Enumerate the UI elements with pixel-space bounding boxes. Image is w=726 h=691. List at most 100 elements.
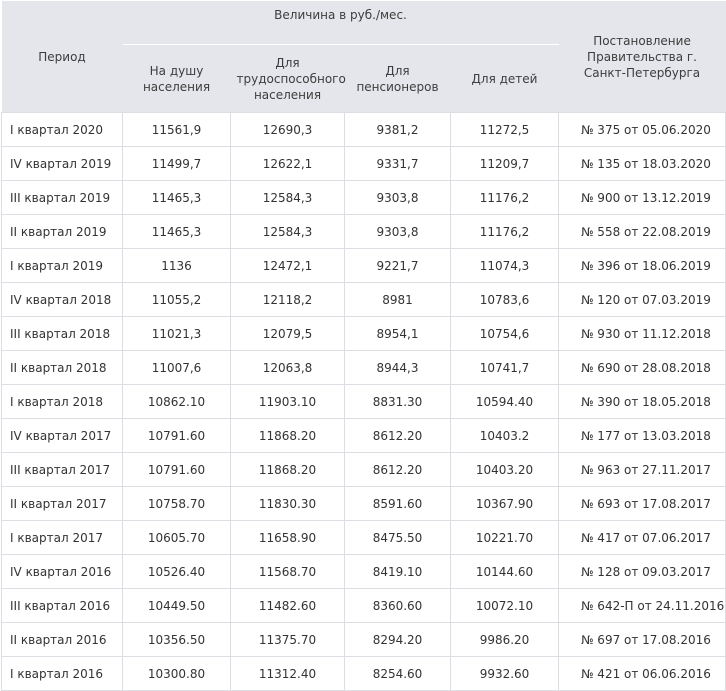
cell-per-capita: 10526.40 xyxy=(122,554,231,589)
cell-decree: № 697 от 17.08.2016 xyxy=(558,622,726,657)
table-row: I квартал 2017 10605.70 11658.90 8475.50… xyxy=(1,520,726,555)
cell-decree: № 558 от 22.08.2019 xyxy=(558,214,726,249)
cell-period: I квартал 2017 xyxy=(1,520,123,555)
cell-per-capita: 10862.10 xyxy=(122,384,231,419)
header-period: Период xyxy=(1,1,123,113)
cell-pensioners: 9331,7 xyxy=(344,146,451,181)
cell-decree: № 120 от 07.03.2019 xyxy=(558,282,726,317)
table-row: I квартал 2020 11561,9 12690,3 9381,2 11… xyxy=(1,112,726,147)
cell-period: III квартал 2018 xyxy=(1,316,123,351)
cell-able-bodied: 12690,3 xyxy=(230,112,345,147)
cell-children: 10403.2 xyxy=(449,418,560,453)
header-children: Для детей xyxy=(450,44,559,113)
cell-period: IV квартал 2017 xyxy=(1,418,123,453)
cell-children: 10754,6 xyxy=(449,316,560,351)
cell-period: IV квартал 2016 xyxy=(1,554,123,589)
table-row: III квартал 2019 11465,3 12584,3 9303,8 … xyxy=(1,180,726,215)
table-row: IV квартал 2017 10791.60 11868.20 8612.2… xyxy=(1,418,726,453)
cell-per-capita: 11021,3 xyxy=(122,316,231,351)
cell-pensioners: 9381,2 xyxy=(344,112,451,147)
cell-decree: № 417 от 07.06.2017 xyxy=(558,520,726,555)
cell-decree: № 963 от 27.11.2017 xyxy=(558,452,726,487)
cell-children: 10403.20 xyxy=(449,452,560,487)
cell-period: II квартал 2016 xyxy=(1,622,123,657)
cell-decree: № 375 от 05.06.2020 xyxy=(558,112,726,147)
cell-per-capita: 11499,7 xyxy=(122,146,231,181)
cell-able-bodied: 12584,3 xyxy=(230,214,345,249)
cell-children: 10783,6 xyxy=(449,282,560,317)
cell-pensioners: 8591.60 xyxy=(344,486,451,521)
cell-children: 11209,7 xyxy=(449,146,560,181)
cell-children: 11272,5 xyxy=(449,112,560,147)
cell-decree: № 930 от 11.12.2018 xyxy=(558,316,726,351)
cell-per-capita: 11465,3 xyxy=(122,214,231,249)
cell-decree: № 642-П от 24.11.2016 xyxy=(558,588,726,623)
table-row: II квартал 2018 11007,6 12063,8 8944,3 1… xyxy=(1,350,726,385)
cell-able-bodied: 11312.40 xyxy=(230,656,345,691)
cell-pensioners: 9221,7 xyxy=(344,248,451,283)
cell-period: II квартал 2019 xyxy=(1,214,123,249)
cell-decree: № 177 от 13.03.2018 xyxy=(558,418,726,453)
cell-children: 9932.60 xyxy=(449,656,560,691)
header-value-group: Величина в руб./мес. xyxy=(122,1,559,45)
cell-period: I квартал 2020 xyxy=(1,112,123,147)
cell-decree: № 900 от 13.12.2019 xyxy=(558,180,726,215)
cell-period: I квартал 2019 xyxy=(1,248,123,283)
cell-children: 10144.60 xyxy=(449,554,560,589)
cell-pensioners: 8954,1 xyxy=(344,316,451,351)
cell-able-bodied: 11568.70 xyxy=(230,554,345,589)
cell-able-bodied: 11830.30 xyxy=(230,486,345,521)
cell-children: 10367.90 xyxy=(449,486,560,521)
table-row: III квартал 2017 10791.60 11868.20 8612.… xyxy=(1,452,726,487)
table-row: II квартал 2017 10758.70 11830.30 8591.6… xyxy=(1,486,726,521)
table-body: I квартал 2020 11561,9 12690,3 9381,2 11… xyxy=(1,112,726,691)
cell-able-bodied: 12063,8 xyxy=(230,350,345,385)
table-row: I квартал 2019 1136 12472,1 9221,7 11074… xyxy=(1,248,726,283)
cell-decree: № 690 от 28.08.2018 xyxy=(558,350,726,385)
cell-able-bodied: 11868.20 xyxy=(230,418,345,453)
table-row: III квартал 2018 11021,3 12079,5 8954,1 … xyxy=(1,316,726,351)
cell-pensioners: 9303,8 xyxy=(344,214,451,249)
cell-pensioners: 8254.60 xyxy=(344,656,451,691)
cell-per-capita: 11055,2 xyxy=(122,282,231,317)
cell-pensioners: 8475.50 xyxy=(344,520,451,555)
subsistence-minimum-table: Период Величина в руб./мес. Постановлени… xyxy=(1,1,726,691)
cell-period: IV квартал 2018 xyxy=(1,282,123,317)
cell-per-capita: 10605.70 xyxy=(122,520,231,555)
cell-pensioners: 8419.10 xyxy=(344,554,451,589)
cell-decree: № 421 от 06.06.2016 xyxy=(558,656,726,691)
cell-able-bodied: 12472,1 xyxy=(230,248,345,283)
cell-per-capita: 10356.50 xyxy=(122,622,231,657)
cell-decree: № 135 от 18.03.2020 xyxy=(558,146,726,181)
cell-period: I квартал 2016 xyxy=(1,656,123,691)
cell-pensioners: 8831.30 xyxy=(344,384,451,419)
cell-decree: № 693 от 17.08.2017 xyxy=(558,486,726,521)
cell-children: 11074,3 xyxy=(449,248,560,283)
cell-period: II квартал 2018 xyxy=(1,350,123,385)
table-row: IV квартал 2019 11499,7 12622,1 9331,7 1… xyxy=(1,146,726,181)
cell-decree: № 390 от 18.05.2018 xyxy=(558,384,726,419)
table-row: IV квартал 2018 11055,2 12118,2 8981 107… xyxy=(1,282,726,317)
cell-able-bodied: 12622,1 xyxy=(230,146,345,181)
cell-able-bodied: 11868.20 xyxy=(230,452,345,487)
cell-decree: № 396 от 18.06.2019 xyxy=(558,248,726,283)
table-row: II квартал 2016 10356.50 11375.70 8294.2… xyxy=(1,622,726,657)
header-pensioners: Для пенсионеров xyxy=(344,44,451,113)
cell-pensioners: 8612.20 xyxy=(344,452,451,487)
cell-per-capita: 10758.70 xyxy=(122,486,231,521)
cell-per-capita: 11007,6 xyxy=(122,350,231,385)
cell-able-bodied: 11482.60 xyxy=(230,588,345,623)
header-able-bodied: Для трудоспособного населения xyxy=(230,44,346,113)
cell-decree: № 128 от 09.03.2017 xyxy=(558,554,726,589)
cell-able-bodied: 11375.70 xyxy=(230,622,345,657)
cell-pensioners: 8612.20 xyxy=(344,418,451,453)
table-row: II квартал 2019 11465,3 12584,3 9303,8 1… xyxy=(1,214,726,249)
table-row: IV квартал 2016 10526.40 11568.70 8419.1… xyxy=(1,554,726,589)
cell-children: 10072.10 xyxy=(449,588,560,623)
table-row: I квартал 2018 10862.10 11903.10 8831.30… xyxy=(1,384,726,419)
cell-children: 10221.70 xyxy=(449,520,560,555)
cell-per-capita: 11561,9 xyxy=(122,112,231,147)
cell-pensioners: 8360.60 xyxy=(344,588,451,623)
cell-period: III квартал 2017 xyxy=(1,452,123,487)
cell-period: II квартал 2017 xyxy=(1,486,123,521)
